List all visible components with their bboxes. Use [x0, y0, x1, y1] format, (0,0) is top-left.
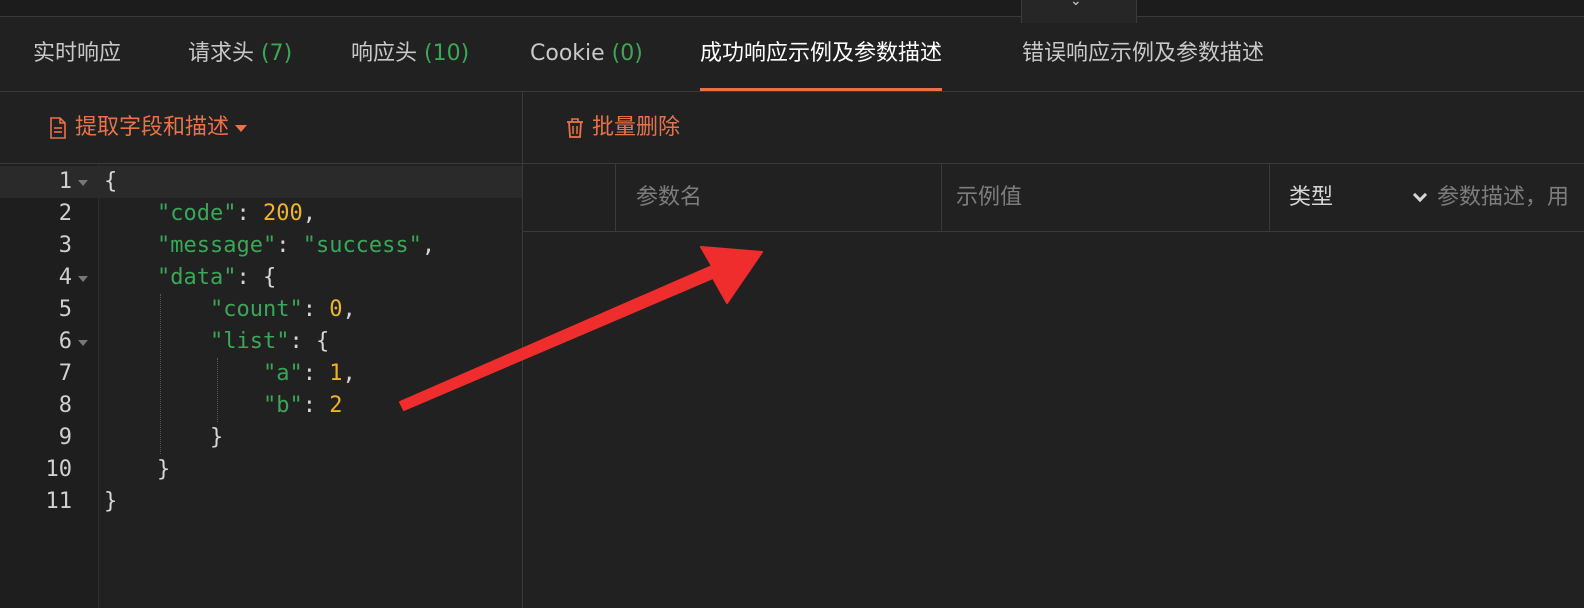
tab-response-headers[interactable]: 响应头 (10) — [351, 17, 469, 91]
column-type[interactable]: 类型 — [1289, 164, 1333, 231]
line-number: 8 — [58, 393, 72, 418]
line-number: 4 — [58, 265, 72, 290]
column-param-name: 参数名 — [636, 185, 703, 210]
line-number: 9 — [58, 425, 72, 450]
line-number: 7 — [58, 361, 72, 386]
code-line: "list": { — [209, 329, 330, 354]
bulk-delete-label: 批量删除 — [592, 115, 681, 140]
line-number: 2 — [58, 201, 72, 226]
column-divider — [615, 164, 616, 231]
json-pane: 提取字段和描述 1 { 2 "code": 200, 3 "message": "… — [0, 92, 523, 608]
column-param-desc: 参数描述，用 — [1437, 185, 1570, 210]
tab-realtime-response[interactable]: 实时响应 — [33, 17, 121, 91]
trash-icon — [567, 118, 583, 138]
tab-request-headers[interactable]: 请求头 (7) — [188, 17, 292, 91]
line-number: 11 — [45, 489, 73, 514]
code-line: "a": 1, — [262, 361, 356, 386]
line-number: 3 — [58, 233, 72, 258]
line-number: 6 — [58, 329, 72, 354]
code-line: "count": 0, — [209, 297, 356, 322]
code-line: "message": "success", — [156, 233, 436, 258]
params-pane: 批量删除 参数名 示例值 类型 参数描述，用 — [523, 92, 1584, 608]
tab-success-response[interactable]: 成功响应示例及参数描述 — [700, 17, 943, 91]
extract-fields-dropdown[interactable]: 提取字段和描述 — [48, 112, 248, 144]
chevron-down-icon: ⌄ — [1070, 0, 1082, 9]
column-example-value: 示例值 — [956, 185, 1023, 210]
tab-cookie[interactable]: Cookie (0) — [530, 17, 643, 91]
code-line: "code": 200, — [156, 201, 316, 226]
fold-toggle-icon[interactable] — [78, 276, 88, 282]
left-toolbar: 提取字段和描述 — [0, 92, 522, 164]
tab-error-response[interactable]: 错误响应示例及参数描述 — [1022, 17, 1264, 91]
indent-guide — [217, 358, 218, 422]
fold-toggle-icon[interactable] — [78, 340, 88, 346]
line-number: 5 — [58, 297, 72, 322]
document-icon — [50, 117, 66, 139]
params-table-header: 参数名 示例值 类型 参数描述，用 — [523, 164, 1584, 232]
column-divider — [1269, 164, 1270, 231]
top-strip: ⌄ — [0, 0, 1584, 23]
extract-fields-label: 提取字段和描述 — [75, 115, 230, 140]
caret-down-icon — [235, 124, 248, 132]
code-line: } — [104, 489, 118, 514]
code-line: } — [104, 425, 224, 450]
code-line: { — [104, 169, 118, 194]
code-line: } — [104, 457, 171, 482]
bulk-delete-button[interactable]: 批量删除 — [565, 112, 680, 144]
indent-guide — [160, 294, 161, 454]
right-toolbar: 批量删除 — [523, 92, 1584, 164]
json-editor[interactable]: 1 { 2 "code": 200, 3 "message": "success"… — [0, 164, 522, 608]
code-line: "data": { — [156, 265, 277, 290]
chevron-down-icon[interactable] — [1412, 187, 1428, 203]
column-divider — [941, 164, 942, 231]
line-number: 10 — [45, 457, 73, 482]
line-number: 1 — [58, 169, 72, 194]
code-line: "b": 2 — [262, 393, 343, 418]
response-tabs: 实时响应 请求头 (7) 响应头 (10) Cookie (0) 成功响应示例及… — [0, 17, 1584, 92]
fold-toggle-icon[interactable] — [78, 180, 88, 186]
